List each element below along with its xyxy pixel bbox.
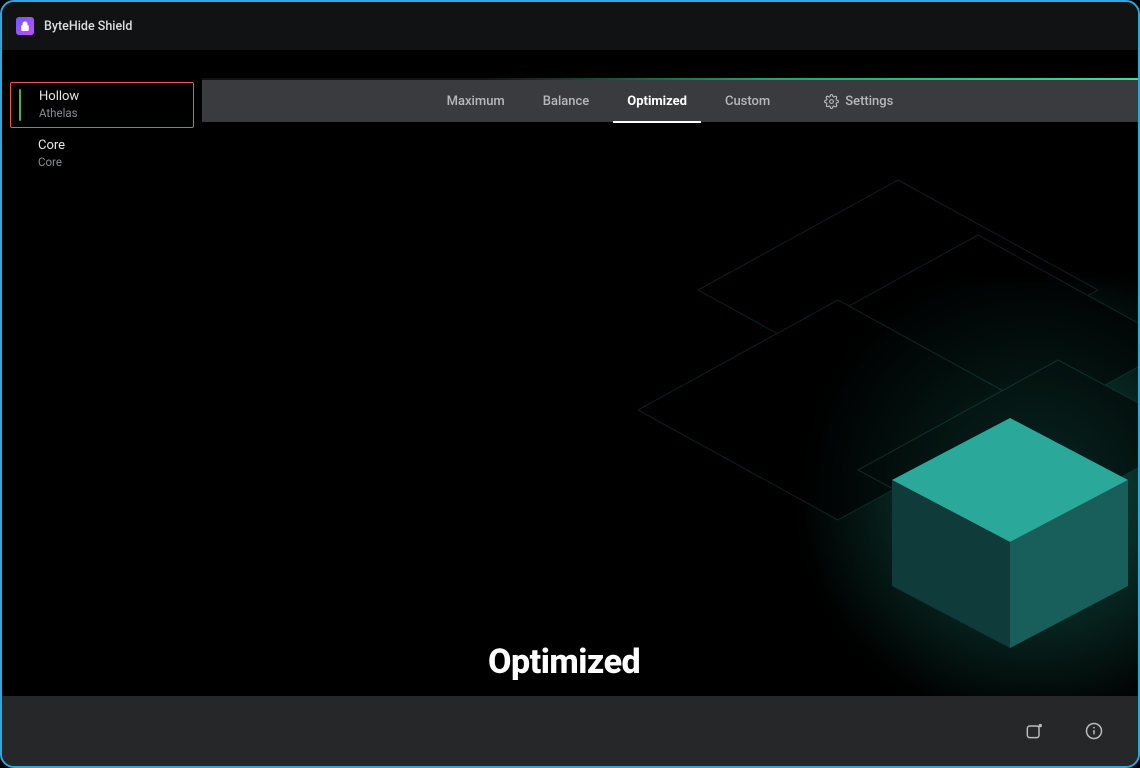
app-frame: ByteHide Shield Hollow Athelas Core Core… [0,0,1140,768]
window-icon[interactable] [1024,721,1044,741]
tab-balance[interactable]: Balance [541,90,592,113]
page-heading: Optimized [488,642,640,682]
tabbar: Maximum Balance Optimized Custom Setting… [202,80,1138,122]
sidebar-item-sublabel: Athelas [39,106,183,121]
app-title: ByteHide Shield [44,19,132,34]
gear-icon [824,94,839,109]
glow [698,280,1138,696]
content-area: Hollow Athelas Core Core Maximum Balance… [2,50,1138,696]
sidebar-item-core[interactable]: Core Core [10,132,194,176]
sidebar: Hollow Athelas Core Core [2,50,202,696]
grid-lines [638,170,1138,650]
sidebar-item-label: Core [38,138,184,155]
sidebar-item-sublabel: Core [38,155,184,170]
tab-custom[interactable]: Custom [723,90,772,113]
settings-label: Settings [845,94,893,109]
tab-maximum[interactable]: Maximum [445,90,507,113]
footer [2,696,1138,766]
sidebar-item-hollow[interactable]: Hollow Athelas [10,82,194,128]
main-panel: Maximum Balance Optimized Custom Setting… [202,50,1138,696]
titlebar: ByteHide Shield [2,2,1138,50]
tab-optimized[interactable]: Optimized [625,90,689,113]
sidebar-item-label: Hollow [39,89,183,106]
hero-art [202,50,1138,696]
cube-icon [880,410,1138,650]
tab-settings[interactable]: Settings [822,90,895,113]
app-icon [16,17,34,35]
info-icon[interactable] [1084,721,1104,741]
